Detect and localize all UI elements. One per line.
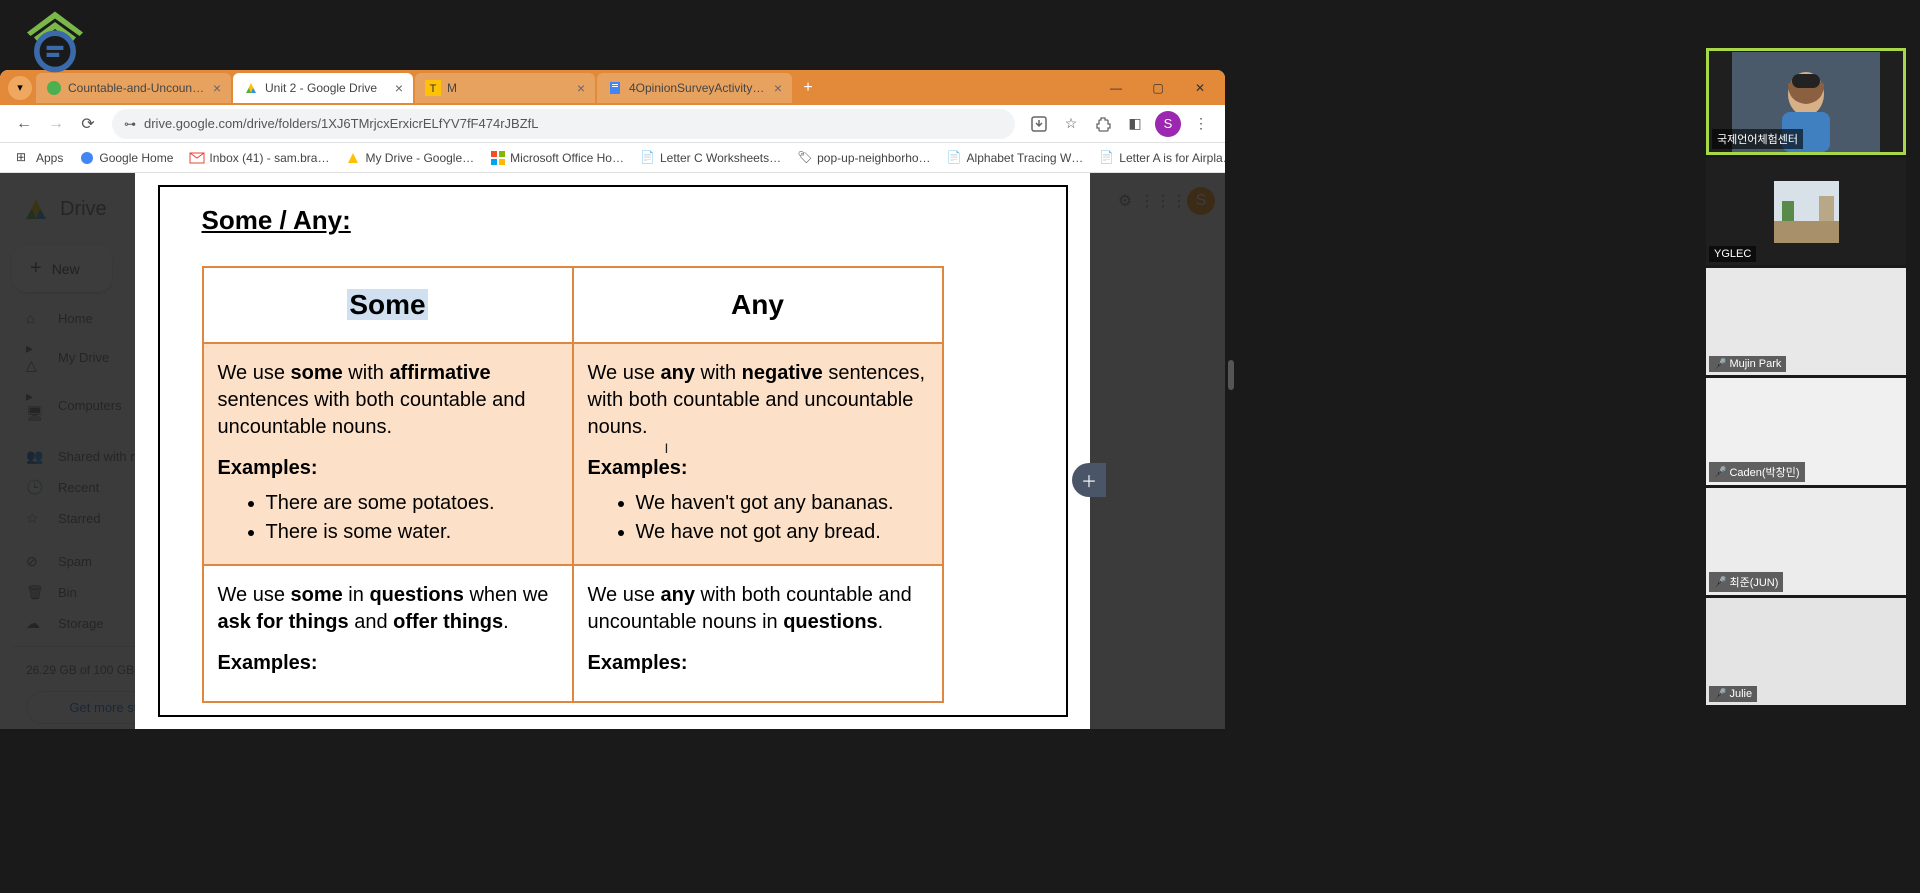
text-cursor-icon: I [665,440,669,456]
tab1-title: Countable-and-Uncountable-n… [68,81,207,95]
g-icon [79,150,95,166]
examples-label: Examples: [218,650,558,677]
bookmark-apps[interactable]: ⊞Apps [8,150,71,166]
some-affirmative-cell: We use some with affirmative sentences w… [203,343,573,565]
example-item: We have not got any bread. [636,519,928,546]
document-preview[interactable]: Some / Any: Some Any We use some with af… [135,173,1090,729]
any-negative-cell: We use any with negative sentences, with… [573,343,943,565]
participant-name-tag: YGLEC [1709,246,1756,262]
reload-button[interactable]: ⟳ [72,108,104,140]
extensions-icon[interactable] [1087,108,1119,140]
bookmark-popup[interactable]: 🏷pop-up-neighborho… [789,150,938,166]
page-icon: 📄 [640,150,656,166]
tab1-favicon [46,80,62,96]
participant-name-tag: 국제언어체험센터 [1712,129,1803,149]
example-item: We haven't got any bananas. [636,490,928,517]
minimize-button[interactable]: ― [1095,73,1137,103]
url-input[interactable]: ⊶ drive.google.com/drive/folders/1XJ6TMr… [112,109,1015,139]
participant-grid: 국제언어체험센터 YGLEC 🎤Mujin Park 🎤Caden(박창민) 🎤… [1706,48,1906,708]
muted-icon: 🎤 [1714,467,1726,478]
tab3-favicon: T [425,80,441,96]
document-page: Some / Any: Some Any We use some with af… [158,185,1068,717]
gmail-icon [189,150,205,166]
apps-icon: ⊞ [16,150,32,166]
svg-text:T: T [430,83,437,95]
site-info-icon[interactable]: ⊶ [124,117,136,131]
participant-video [1774,181,1839,243]
new-tab-button[interactable]: + [794,74,822,102]
tab2-close-icon[interactable]: × [395,80,403,96]
bookmark-mydrive[interactable]: My Drive - Google… [337,150,482,166]
table-header-any: Any [573,267,943,343]
example-item: There are some potatoes. [266,490,558,517]
document-title: Some / Any: [202,205,1024,236]
tab3-close-icon[interactable]: × [577,80,585,96]
table-header-some: Some [203,267,573,343]
participant-name-tag: 🎤Caden(박창민) [1709,462,1805,482]
tab2-favicon [243,80,259,96]
participant-tile[interactable]: 🎤Julie [1706,598,1906,705]
back-button[interactable]: ← [8,108,40,140]
address-bar: ← → ⟳ ⊶ drive.google.com/drive/folders/1… [0,105,1225,143]
bookmark-inbox[interactable]: Inbox (41) - sam.bra… [181,150,337,166]
tab-2[interactable]: Unit 2 - Google Drive × [233,73,413,103]
muted-icon: 🎤 [1714,577,1726,588]
grammar-table: Some Any We use some with affirmative se… [202,266,944,703]
browser-content: Drive +New ⌂Home ▸ △My Drive ▸ 🖥Computer… [0,173,1225,729]
participant-tile[interactable]: 국제언어체험센터 [1706,48,1906,155]
participant-name-tag: 🎤최준(JUN) [1709,572,1783,592]
tag-icon: 🏷 [797,150,813,166]
participant-name-tag: 🎤Julie [1709,686,1757,702]
tab-4[interactable]: 4OpinionSurveyActivity-FoodA… × [597,73,792,103]
tab4-favicon [607,80,623,96]
participant-tile[interactable]: YGLEC [1706,158,1906,265]
any-questions-cell: We use any with both countable and uncou… [573,565,943,702]
tab2-title: Unit 2 - Google Drive [265,81,389,95]
examples-label: Examples: [588,455,928,482]
bookmarks-bar: ⊞Apps Google Home Inbox (41) - sam.bra… … [0,143,1225,173]
profile-avatar[interactable]: S [1155,111,1181,137]
bookmark-office[interactable]: Microsoft Office Ho… [482,150,632,166]
participant-tile[interactable]: 🎤Caden(박창민) [1706,378,1906,485]
tab1-close-icon[interactable]: × [213,80,221,96]
tab4-close-icon[interactable]: × [774,80,782,96]
participant-tile[interactable]: 🎤Mujin Park [1706,268,1906,375]
page-icon: 📄 [1099,150,1115,166]
menu-icon[interactable]: ⋮ [1185,108,1217,140]
examples-label: Examples: [218,455,558,482]
side-panel-icon[interactable]: ◧ [1119,108,1151,140]
bookmark-letter-a[interactable]: 📄Letter A is for Airpla… [1091,150,1225,166]
bookmark-letter-c[interactable]: 📄Letter C Worksheets… [632,150,789,166]
examples-label: Examples: [588,650,928,677]
tab-search-button[interactable]: ▾ [8,76,32,100]
add-comment-button[interactable]: ＋ [1072,463,1106,497]
zoom-participants-panel: 국제언어체험센터 YGLEC 🎤Mujin Park 🎤Caden(박창민) 🎤… [1228,0,1920,729]
some-questions-cell: We use some in questions when we ask for… [203,565,573,702]
window-controls: ― ▢ ✕ [1095,73,1221,103]
app-logo [20,8,90,78]
maximize-button[interactable]: ▢ [1137,73,1179,103]
muted-icon: 🎤 [1714,689,1726,700]
muted-icon: 🎤 [1714,359,1726,370]
drive-icon [345,150,361,166]
page-icon: 📄 [947,150,963,166]
tab4-title: 4OpinionSurveyActivity-FoodA… [629,81,768,95]
ms-icon [490,150,506,166]
example-item: There is some water. [266,519,558,546]
forward-button[interactable]: → [40,108,72,140]
install-icon[interactable] [1023,108,1055,140]
close-window-button[interactable]: ✕ [1179,73,1221,103]
bookmark-star-icon[interactable]: ☆ [1055,108,1087,140]
tab3-title: M [447,81,571,95]
bookmark-google-home[interactable]: Google Home [71,150,181,166]
tab-bar: ▾ Countable-and-Uncountable-n… × Unit 2 … [0,70,1225,105]
url-text: drive.google.com/drive/folders/1XJ6TMrjc… [144,116,538,131]
browser-window: ▾ Countable-and-Uncountable-n… × Unit 2 … [0,70,1225,729]
tab-3[interactable]: T M × [415,73,595,103]
participant-name-tag: 🎤Mujin Park [1709,356,1786,372]
participant-tile[interactable]: 🎤최준(JUN) [1706,488,1906,595]
bookmark-alphabet[interactable]: 📄Alphabet Tracing W… [939,150,1092,166]
